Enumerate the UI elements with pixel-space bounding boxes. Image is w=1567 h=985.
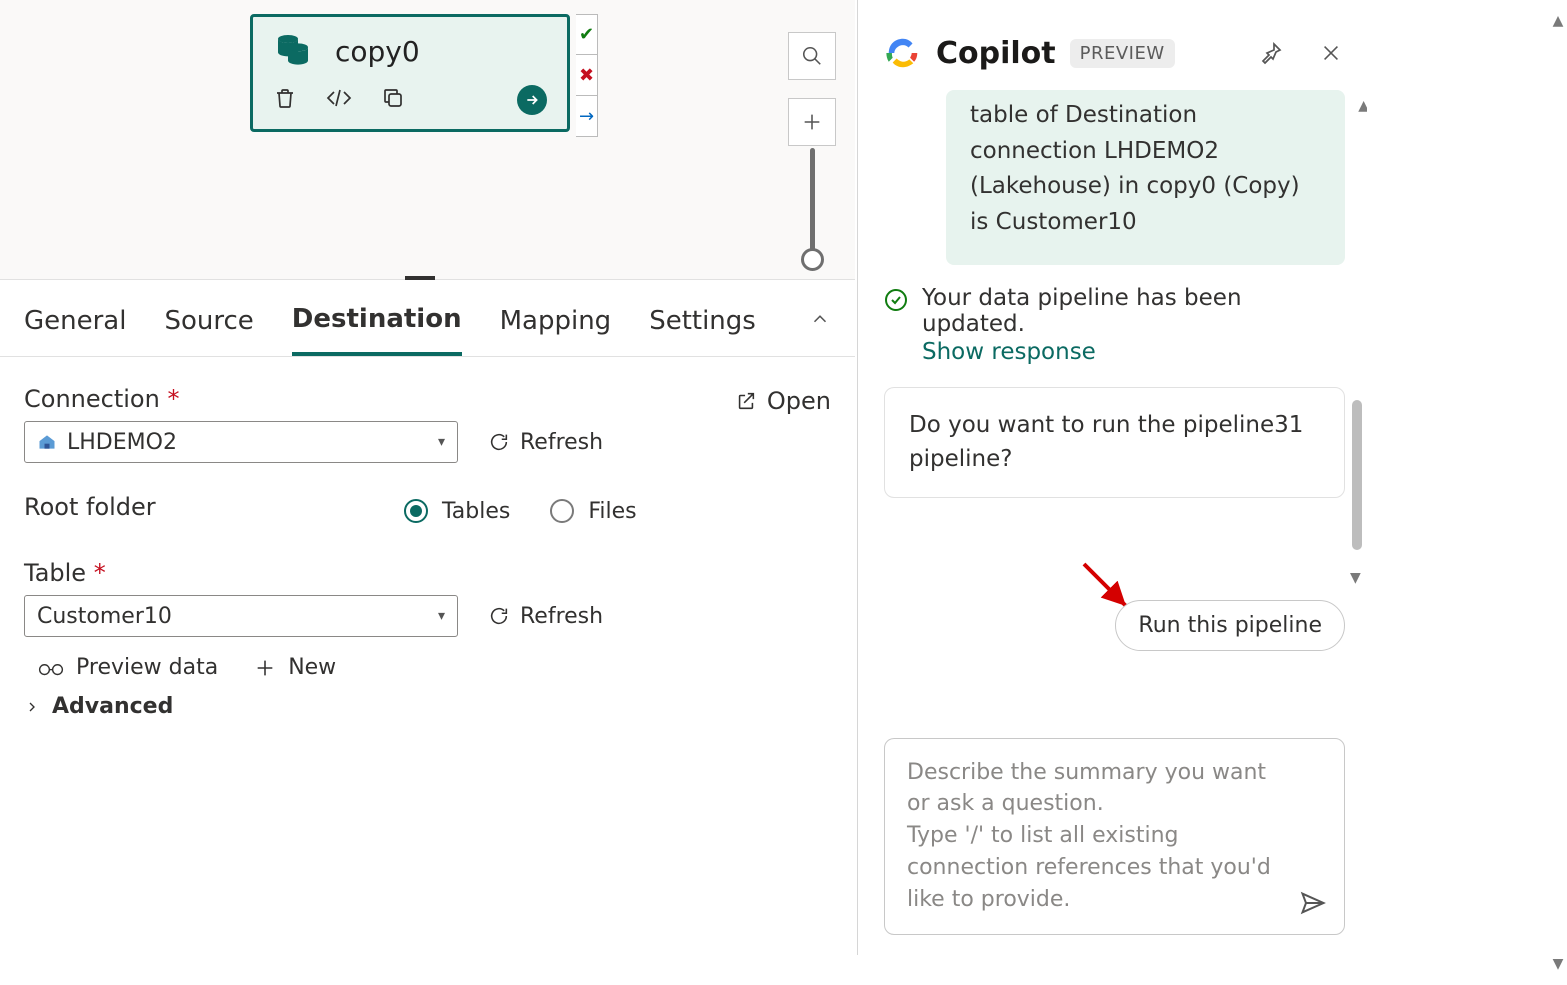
tab-source[interactable]: Source <box>164 306 253 354</box>
status-text: Your data pipeline has been updated. <box>922 285 1345 337</box>
copy-activity-icon <box>273 29 313 73</box>
code-icon[interactable] <box>325 86 353 114</box>
window-scrollbar[interactable]: ▲ ▼ <box>1549 12 1567 973</box>
radio-selected-icon <box>404 499 428 523</box>
activity-card-copy0[interactable]: copy0 <box>250 14 570 132</box>
refresh-label: Refresh <box>520 604 603 629</box>
glasses-icon <box>38 658 64 678</box>
root-folder-files-label: Files <box>588 499 636 524</box>
close-icon <box>1320 42 1342 64</box>
copilot-prompt-text: Do you want to run the pipeline31 pipeli… <box>909 412 1303 473</box>
new-button[interactable]: New <box>254 655 336 680</box>
pin-button[interactable] <box>1257 39 1285 67</box>
send-icon <box>1299 889 1327 917</box>
copilot-title: Copilot <box>936 36 1056 71</box>
refresh-icon <box>488 605 510 627</box>
chevron-right-icon <box>24 699 40 715</box>
run-pipeline-label: Run this pipeline <box>1138 613 1322 638</box>
table-refresh-button[interactable]: Refresh <box>488 604 603 629</box>
connection-open-button[interactable]: Open <box>735 387 831 415</box>
canvas-zoom-in-button[interactable] <box>788 98 836 146</box>
copy-icon[interactable] <box>381 86 405 114</box>
activity-title: copy0 <box>335 35 420 68</box>
collapse-panel-icon[interactable] <box>809 308 831 336</box>
open-label: Open <box>767 387 831 415</box>
delete-icon[interactable] <box>273 86 297 114</box>
open-external-icon <box>735 390 757 412</box>
scrollbar-thumb[interactable] <box>1352 400 1362 550</box>
close-button[interactable] <box>1317 39 1345 67</box>
copilot-input[interactable]: Describe the summary you want or ask a q… <box>884 738 1345 935</box>
success-check-icon <box>884 288 908 316</box>
radio-unselected-icon <box>550 499 574 523</box>
scroll-up-arrow-icon[interactable]: ▲ <box>1549 12 1567 30</box>
connection-select[interactable]: LHDEMO2 ▾ <box>24 421 458 463</box>
property-panel: General Source Destination Mapping Setti… <box>0 280 855 747</box>
activity-ports: ✔ ✖ → <box>576 14 598 137</box>
copilot-scrollbar[interactable]: ▼ <box>1352 110 1364 630</box>
zoom-slider-track[interactable] <box>810 148 815 258</box>
preview-badge: PREVIEW <box>1070 39 1175 68</box>
tab-general[interactable]: General <box>24 306 126 354</box>
success-port[interactable]: ✔ <box>576 14 598 55</box>
connection-label: Connection <box>24 385 160 413</box>
table-label: Table <box>24 559 86 587</box>
advanced-label: Advanced <box>52 694 173 719</box>
refresh-label: Refresh <box>520 430 603 455</box>
new-label: New <box>288 655 336 680</box>
required-asterisk: * <box>167 385 179 413</box>
copilot-assistant-message: table of Destination connection LHDEMO2 … <box>946 90 1345 265</box>
table-value: Customer10 <box>37 604 172 629</box>
plus-icon <box>254 657 276 679</box>
send-button[interactable] <box>1296 886 1330 920</box>
run-pipeline-button[interactable]: Run this pipeline <box>1115 600 1345 651</box>
pin-icon <box>1259 41 1283 65</box>
scroll-down-arrow-icon[interactable]: ▼ <box>1549 955 1567 973</box>
table-select[interactable]: Customer10 ▾ <box>24 595 458 637</box>
tab-mapping[interactable]: Mapping <box>500 306 612 354</box>
copilot-input-placeholder: Describe the summary you want or ask a q… <box>907 757 1286 916</box>
lakehouse-icon <box>37 432 57 452</box>
copilot-prompt-card: Do you want to run the pipeline31 pipeli… <box>884 387 1345 498</box>
connection-refresh-button[interactable]: Refresh <box>488 430 603 455</box>
canvas-search-button[interactable] <box>788 32 836 80</box>
tab-destination[interactable]: Destination <box>292 304 462 356</box>
preview-data-button[interactable]: Preview data <box>38 655 218 680</box>
run-activity-icon[interactable] <box>517 85 547 115</box>
zoom-slider-thumb[interactable] <box>801 248 824 271</box>
refresh-icon <box>488 431 510 453</box>
tab-settings[interactable]: Settings <box>649 306 756 354</box>
root-folder-label: Root folder <box>24 493 374 521</box>
skip-port[interactable]: → <box>576 96 598 137</box>
pipeline-canvas[interactable]: copy0 ✔ ✖ → <box>0 0 855 280</box>
chevron-down-icon: ▾ <box>438 608 445 624</box>
property-tabs: General Source Destination Mapping Setti… <box>0 280 855 357</box>
fail-port[interactable]: ✖ <box>576 55 598 96</box>
root-folder-tables-label: Tables <box>442 499 510 524</box>
root-folder-tables-option[interactable]: Tables <box>404 499 510 524</box>
copilot-assistant-message-text: table of Destination connection LHDEMO2 … <box>970 102 1300 235</box>
scroll-down-indicator-icon: ▼ <box>1350 570 1361 586</box>
copilot-logo-icon <box>884 34 922 72</box>
show-response-link[interactable]: Show response <box>922 339 1345 365</box>
preview-data-label: Preview data <box>76 655 218 680</box>
root-folder-files-option[interactable]: Files <box>550 499 636 524</box>
advanced-toggle[interactable]: Advanced <box>24 694 831 719</box>
root-folder-radio-group: Tables Files <box>404 499 637 524</box>
required-asterisk: * <box>94 559 106 587</box>
connection-value: LHDEMO2 <box>67 430 177 455</box>
chevron-down-icon: ▾ <box>438 434 445 450</box>
copilot-panel: Copilot PREVIEW ▲ table of Destination c… <box>857 0 1367 955</box>
